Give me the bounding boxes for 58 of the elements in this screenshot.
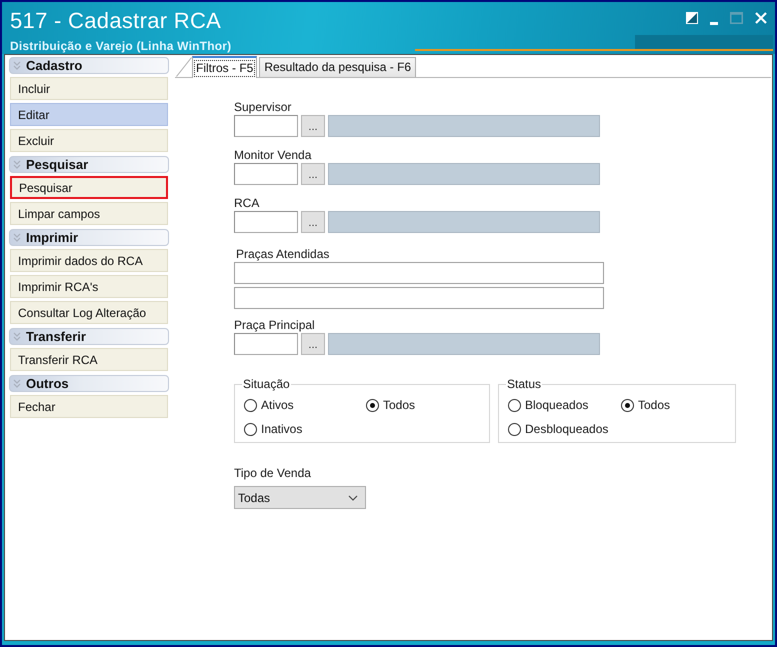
window-title: 517 - Cadastrar RCA [10, 8, 222, 34]
radio-option[interactable]: Desbloqueados [508, 421, 608, 437]
group-header[interactable]: Pesquisar [9, 156, 169, 173]
field-label: Monitor Venda [234, 147, 312, 163]
group-header[interactable]: Transferir [9, 328, 169, 345]
radio-button-icon[interactable] [244, 422, 257, 436]
sidebar-item[interactable]: Pesquisar [10, 176, 168, 199]
sidebar-item[interactable]: Transferir RCA [10, 348, 168, 371]
list-input-field[interactable] [234, 262, 604, 284]
search-lookup-button[interactable]: ... [301, 333, 325, 355]
sidebar-item[interactable]: Limpar campos [10, 202, 168, 225]
field-label: Praça Principal [234, 317, 315, 333]
radio-button-icon[interactable] [366, 398, 379, 412]
radio-option[interactable]: Todos [621, 397, 670, 413]
group-title: Situação [242, 377, 291, 391]
chevron-down-icon [13, 61, 21, 70]
chevron-down-icon [13, 160, 21, 169]
code-input-field[interactable] [234, 115, 298, 137]
chevron-down-icon [348, 494, 358, 500]
chevron-down-icon [13, 332, 21, 341]
radio-button-icon[interactable] [508, 422, 521, 436]
tab[interactable]: Filtros - F5 [192, 56, 258, 78]
group-header[interactable]: Cadastro [9, 57, 169, 74]
tab[interactable]: Resultado da pesquisa - F6 [259, 57, 416, 77]
radio-option[interactable]: Todos [366, 397, 416, 413]
sale-type-dropdown[interactable]: Todas [234, 486, 366, 509]
group-title: Status [506, 377, 542, 391]
field-label: Supervisor [234, 99, 292, 115]
close-icon[interactable] [755, 12, 767, 24]
chevron-down-icon [13, 379, 21, 388]
code-input-field[interactable] [234, 211, 298, 233]
chevron-down-icon [13, 233, 21, 242]
radio-button-icon[interactable] [508, 398, 521, 412]
search-lookup-button[interactable]: ... [301, 115, 325, 137]
group-header[interactable]: Imprimir [9, 229, 169, 246]
group-header[interactable]: Outros [9, 375, 169, 392]
sidebar-item[interactable]: Excluir [10, 129, 168, 152]
search-lookup-button[interactable]: ... [301, 163, 325, 185]
contrast-icon[interactable] [686, 12, 698, 24]
field-label: Praças Atendidas [236, 246, 330, 262]
sidebar-item[interactable]: Fechar [10, 395, 168, 418]
field-label: Tipo de Venda [234, 465, 311, 481]
sidebar-item[interactable]: Incluir [10, 77, 168, 100]
sidebar-item[interactable]: Imprimir dados do RCA [10, 249, 168, 272]
sidebar-item[interactable]: Editar [10, 103, 168, 126]
radio-button-icon[interactable] [244, 398, 257, 412]
radio-option[interactable]: Inativos [244, 421, 302, 437]
code-input-field[interactable] [234, 163, 298, 185]
sidebar-item[interactable]: Imprimir RCA's [10, 275, 168, 298]
radio-option[interactable]: Bloqueados [508, 397, 588, 413]
field-label: RCA [234, 195, 260, 211]
search-lookup-button[interactable]: ... [301, 211, 325, 233]
list-input-field[interactable] [234, 287, 604, 309]
code-input-field[interactable] [234, 333, 298, 355]
radio-option[interactable]: Ativos [244, 397, 294, 413]
radio-button-icon[interactable] [621, 398, 634, 412]
window-subtitle: Distribuição e Varejo (Linha WinThor) [10, 39, 232, 53]
sidebar-item[interactable]: Consultar Log Alteração [10, 301, 168, 324]
